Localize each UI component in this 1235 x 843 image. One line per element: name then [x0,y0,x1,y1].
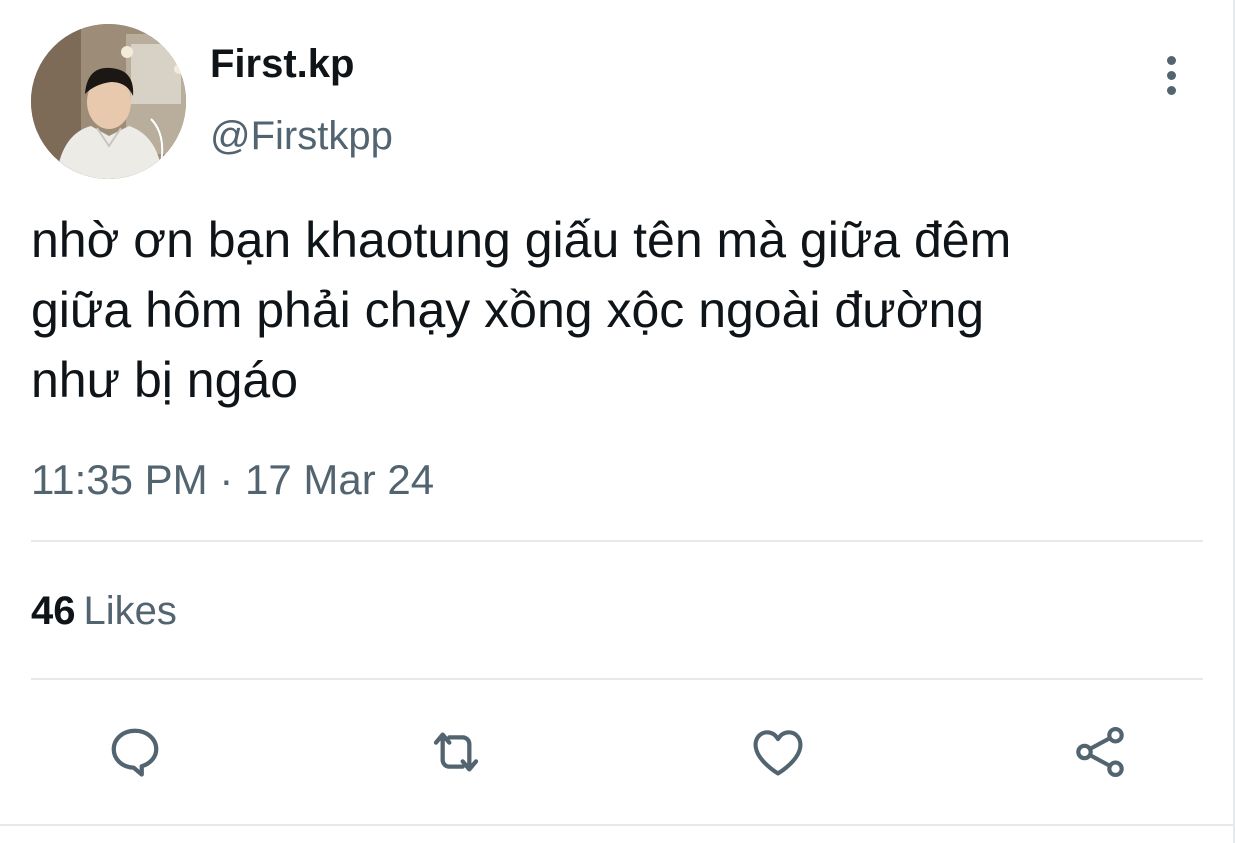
profile-photo [31,24,186,179]
share-icon [1076,726,1124,778]
divider [0,824,1235,826]
more-options-button[interactable] [1150,52,1192,98]
more-options-icon [1166,55,1176,65]
tweet-text: nhờ ơn bạn khaotung giấu tên mà giữa đêm… [31,205,1211,415]
divider [31,678,1203,680]
likes-label: Likes [83,589,177,633]
retweet-button[interactable] [424,720,488,784]
tweet-text-line: nhờ ơn bạn khaotung giấu tên mà giữa đêm [31,212,1012,268]
tweet-timestamp[interactable]: 11:35 PM · 17 Mar 24 [31,455,434,505]
speech-bubble-icon [111,728,159,777]
display-name[interactable]: First.kp [210,40,354,88]
retweet-icon [433,732,479,772]
heart-icon [753,730,803,776]
avatar[interactable] [31,24,186,179]
more-options-icon-dot [1166,85,1176,95]
like-button[interactable] [746,720,810,784]
user-handle[interactable]: @Firstkpp [210,112,393,160]
share-button[interactable] [1068,720,1132,784]
tweet-text-line: giữa hôm phải chạy xồng xộc ngoài đường [31,282,985,338]
likes-stat[interactable]: 46 Likes [31,586,177,636]
reply-button[interactable] [103,720,167,784]
likes-count: 46 [31,589,76,633]
tweet-text-line: như bị ngáo [31,352,299,408]
more-options-icon-dot [1166,70,1176,80]
divider [31,540,1203,542]
